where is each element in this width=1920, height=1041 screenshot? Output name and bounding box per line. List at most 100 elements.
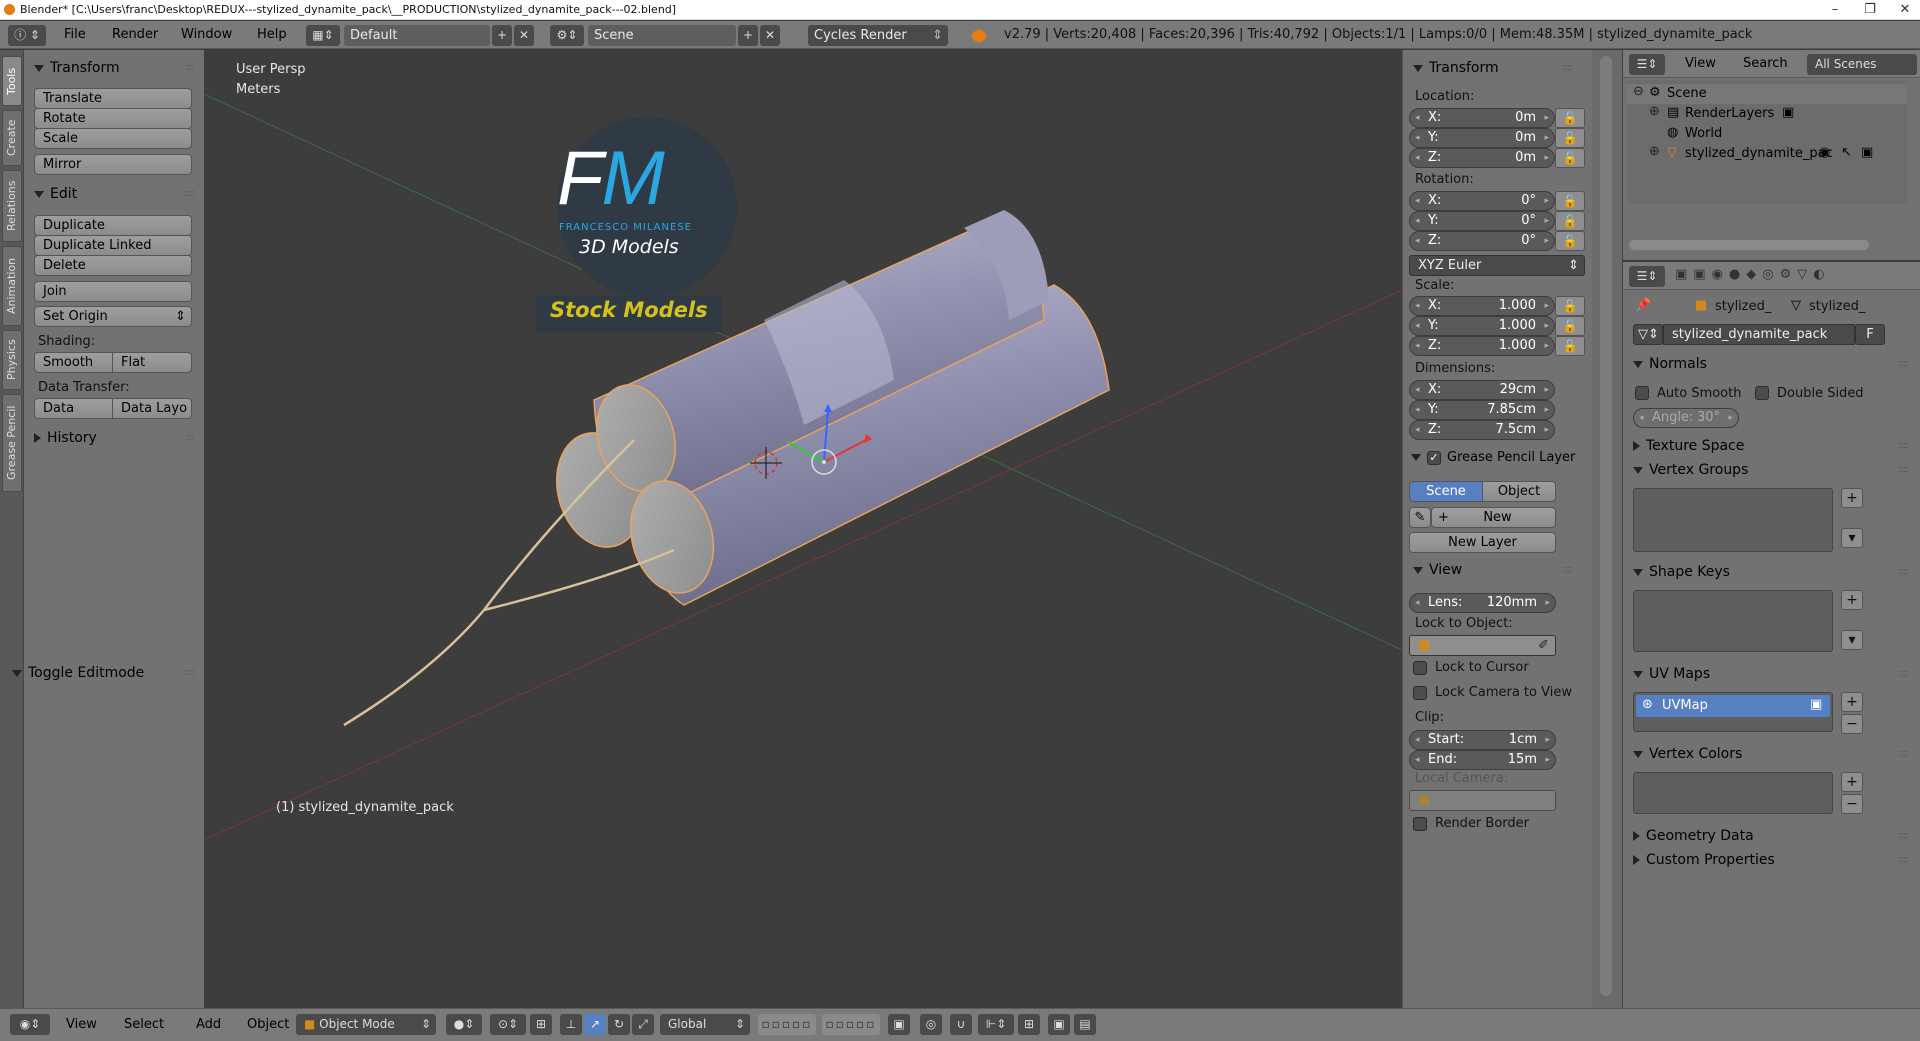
join-button[interactable]: Join (34, 281, 192, 302)
menu-help[interactable]: Help (257, 27, 287, 42)
duplicate-button[interactable]: Duplicate (34, 215, 192, 236)
pivot-point-icon[interactable]: ⊙⇕ (490, 1014, 526, 1035)
region-scrollbar[interactable] (1592, 50, 1622, 1008)
tab-create[interactable]: Create (2, 110, 22, 166)
clip-end-field[interactable]: ◂ End: 15m ▸ (1409, 750, 1556, 770)
data-layout-button[interactable]: Data Layo (112, 398, 192, 419)
mirror-button[interactable]: Mirror (34, 154, 192, 175)
mesh-name-field[interactable]: stylized_dynamite_pack (1663, 324, 1855, 345)
editor-type-3dview-icon[interactable]: ◉⇕ (10, 1014, 50, 1035)
drag-grip-icon[interactable]: :::: (1899, 566, 1910, 577)
outliner-scrollbar[interactable] (1629, 240, 1869, 250)
list-item[interactable]: ⊛ UVMap ▣ (1636, 695, 1830, 717)
dimensions-x-field[interactable]: ◂ X: 29cm ▸ (1409, 380, 1555, 400)
menu-view[interactable]: View (66, 1017, 97, 1032)
lock-icon[interactable]: 🔓 (1555, 211, 1585, 231)
smooth-button[interactable]: Smooth (34, 352, 113, 373)
gp-enable-checkbox[interactable]: ✓ (1427, 450, 1441, 465)
translate-button[interactable]: Translate (34, 88, 192, 109)
properties-editor-type-icon[interactable]: ☰⇕ (1629, 266, 1665, 287)
outliner-search-menu[interactable]: Search (1743, 56, 1788, 71)
render-camera-icon[interactable]: ▣ (1861, 145, 1873, 160)
outliner-view-menu[interactable]: View (1685, 56, 1716, 71)
drag-grip-icon[interactable]: :::: (185, 62, 196, 73)
vertex-colors-header[interactable]: Vertex Colors (1633, 746, 1742, 762)
orientation-select[interactable]: Global ⇕ (660, 1014, 750, 1035)
location-y-field[interactable]: ◂ Y: 0m ▸ (1409, 128, 1555, 148)
widget-toggle-icon[interactable]: ⊥ (560, 1014, 582, 1035)
tab-grease-pencil[interactable]: Grease Pencil (2, 394, 22, 492)
lock-icon[interactable]: 🔓 (1555, 231, 1585, 251)
breadcrumb-object[interactable]: stylized_ (1715, 299, 1771, 314)
list-item[interactable]: ◍ World (1627, 124, 1907, 144)
add-uv-map-icon[interactable]: + (1841, 692, 1863, 712)
viewport-shading-icon[interactable]: ●⇕ (446, 1014, 482, 1035)
list-item[interactable]: ⊖ ⚙ Scene (1627, 84, 1907, 104)
expand-icon[interactable]: ⊕ (1649, 104, 1660, 119)
add-scene-icon[interactable]: + (738, 25, 758, 46)
drag-grip-icon[interactable]: :::: (1899, 668, 1910, 679)
geometry-data-header[interactable]: Geometry Data (1633, 828, 1754, 844)
list-item[interactable]: ⊕ ▤ RenderLayers ▣ (1627, 104, 1907, 124)
proportional-edit-icon[interactable]: ◎ (920, 1014, 942, 1035)
edit-panel-header[interactable]: Edit (34, 186, 77, 202)
menu-down-icon[interactable]: ▾ (1841, 630, 1863, 650)
translate-manipulator-icon[interactable]: ↗ (584, 1014, 606, 1035)
n-transform-header[interactable]: Transform (1413, 60, 1499, 76)
add-shape-key-icon[interactable]: + (1841, 590, 1863, 610)
mode-select[interactable]: ■ Object Mode ⇕ (296, 1014, 436, 1035)
gp-scene-button[interactable]: Scene (1409, 481, 1483, 502)
snap-target-icon[interactable]: ⊞ (1018, 1014, 1040, 1035)
lock-icon[interactable]: 🔓 (1555, 148, 1585, 168)
lock-icon[interactable]: 🔓 (1555, 108, 1585, 128)
lock-icon[interactable]: 🔓 (1555, 296, 1585, 316)
pin-icon[interactable]: 📌 (1635, 298, 1651, 313)
menu-file[interactable]: File (64, 27, 86, 42)
snap-element-icon[interactable]: ⊩⇕ (978, 1014, 1014, 1035)
drag-grip-icon[interactable]: :::: (1899, 464, 1910, 475)
menu-select[interactable]: Select (124, 1017, 164, 1032)
render-animation-icon[interactable]: ▤ (1074, 1014, 1096, 1035)
lock-object-field[interactable]: ■ ✐ (1409, 635, 1556, 656)
lock-camera-checkbox[interactable] (1413, 686, 1427, 700)
render-image-icon[interactable]: ▣ (1048, 1014, 1070, 1035)
lock-icon[interactable]: 🔓 (1555, 316, 1585, 336)
mesh-browse-icon[interactable]: ▽⇕ (1633, 324, 1663, 345)
menu-render[interactable]: Render (112, 27, 158, 42)
drag-grip-icon[interactable]: :::: (1899, 440, 1910, 451)
maximize-button[interactable]: ❐ (1850, 0, 1890, 20)
layer-buttons-b[interactable]: ▫▫▫▫▫ (822, 1014, 880, 1035)
render-border-checkbox[interactable] (1413, 817, 1427, 831)
local-camera-field[interactable]: ■ (1409, 790, 1556, 811)
scene-icon[interactable]: ⚙⇕ (550, 25, 584, 46)
camera-icon[interactable]: ▣ (1810, 697, 1822, 712)
clip-start-field[interactable]: ◂ Start: 1cm ▸ (1409, 730, 1556, 750)
auto-smooth-checkbox[interactable] (1635, 386, 1649, 400)
rotation-mode-select[interactable]: XYZ Euler ⇕ (1409, 255, 1585, 276)
add-screen-icon[interactable]: + (492, 25, 512, 46)
gp-new-layer-button[interactable]: New Layer (1409, 532, 1556, 553)
delete-screen-icon[interactable]: ✕ (514, 25, 534, 46)
uv-maps-header[interactable]: UV Maps (1633, 666, 1710, 682)
list-item[interactable]: ⊕ ▽ stylized_dynamite_pac ◉ ↖ ▣ (1627, 144, 1907, 164)
manipulator-mode-icon[interactable]: ⊞ (530, 1014, 552, 1035)
tab-physics[interactable]: Physics (2, 330, 22, 390)
dimensions-y-field[interactable]: ◂ Y: 7.85cm ▸ (1409, 400, 1555, 420)
tab-relations[interactable]: Relations (2, 170, 22, 242)
drag-grip-icon[interactable]: :::: (1563, 62, 1574, 73)
vertex-groups-list[interactable] (1633, 488, 1833, 552)
expand-icon[interactable]: ⊕ (1649, 144, 1660, 159)
render-layer-icon[interactable]: ▣ (1782, 105, 1794, 120)
lock-icon[interactable]: 🔓 (1555, 128, 1585, 148)
lock-icon[interactable]: 🔓 (1555, 191, 1585, 211)
rotation-z-field[interactable]: ◂ Z: 0° ▸ (1409, 231, 1555, 251)
breadcrumb-mesh[interactable]: stylized_ (1809, 299, 1865, 314)
delete-button[interactable]: Delete (34, 255, 192, 276)
scale-y-field[interactable]: ◂ Y: 1.000 ▸ (1409, 316, 1555, 336)
rotation-y-field[interactable]: ◂ Y: 0° ▸ (1409, 211, 1555, 231)
double-sided-checkbox[interactable] (1755, 386, 1769, 400)
remove-uv-map-icon[interactable]: − (1841, 714, 1863, 734)
drag-grip-icon[interactable]: :::: (185, 432, 196, 443)
lock-to-cursor-checkbox[interactable] (1413, 661, 1427, 675)
custom-properties-header[interactable]: Custom Properties (1633, 852, 1775, 868)
